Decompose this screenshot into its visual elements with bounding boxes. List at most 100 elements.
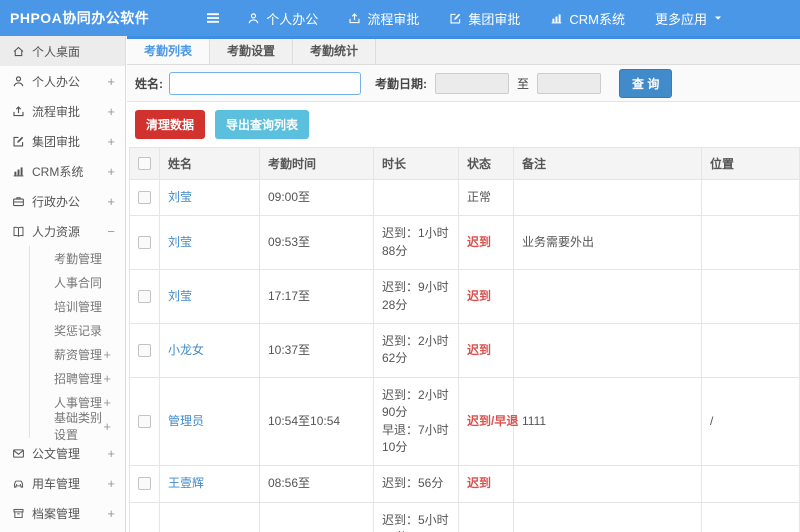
name-cell: 管理员 (159, 376, 260, 467)
to-label: 至 (517, 76, 530, 91)
expander-icon[interactable]: + (107, 476, 115, 491)
edit-icon (12, 135, 25, 148)
attendance-time-cell: 09:00至 (259, 178, 374, 217)
sidebar-subitem-attendance-mgmt[interactable]: 考勤管理 (30, 246, 125, 270)
chart-icon (550, 12, 563, 25)
nav-item-workflow-approval[interactable]: 流程审批 (348, 9, 419, 28)
row-checkbox[interactable] (138, 236, 151, 250)
expander-icon[interactable]: + (103, 347, 111, 362)
duration-line: 迟到：9小时28分 (382, 280, 449, 312)
row-checkbox[interactable] (138, 343, 151, 357)
expander-icon[interactable]: + (103, 419, 111, 434)
nav-item-more-apps[interactable]: 更多应用 (655, 9, 723, 28)
attendance-time-cell: 13:20至13:20 (259, 501, 374, 532)
expander-icon[interactable]: + (103, 371, 111, 386)
employee-name-link[interactable]: 管理员 (168, 414, 204, 428)
actions-bar: 清理数据 导出查询列表 (127, 102, 800, 147)
sidebar-item-hr[interactable]: 人力资源 − (0, 216, 125, 246)
date-from-input[interactable] (435, 72, 509, 94)
expander-icon[interactable]: + (107, 104, 115, 119)
book-icon (12, 225, 25, 238)
status-cell: 迟到 (458, 269, 514, 324)
sidebar-item-project-mgmt[interactable]: 项目管理+ (0, 528, 125, 532)
employee-name-link[interactable]: 刘莹 (168, 190, 192, 204)
tab-attendance-stats[interactable]: 考勤统计 (293, 39, 377, 64)
query-button[interactable]: 查 询 (619, 68, 673, 98)
name-cell: 刘莹 (159, 178, 260, 217)
remark-cell (513, 269, 702, 324)
sidebar-subitem-label: 基础类别设置 (54, 411, 103, 442)
sidebar-item-personal-desktop[interactable]: 个人桌面 (0, 36, 125, 66)
sidebar-item-group-approval[interactable]: 集团审批 + (0, 126, 125, 156)
remark-cell (513, 465, 702, 503)
name-cell: 小龙女 (159, 322, 260, 378)
duration-line: 迟到：2小时62分 (382, 333, 449, 366)
expander-icon[interactable]: + (107, 194, 115, 209)
nav-item-crm-system[interactable]: CRM系统 (550, 9, 625, 28)
tab-attendance-settings[interactable]: 考勤设置 (210, 39, 294, 64)
sidebar-subitem-salary-mgmt[interactable]: 薪资管理 + (30, 342, 125, 366)
sidebar-item-workflow-approval[interactable]: 流程审批 + (0, 96, 125, 126)
select-all-checkbox[interactable] (138, 157, 151, 170)
nav-item-label: 更多应用 (654, 11, 707, 27)
sidebar-item-vehicle-mgmt[interactable]: 用车管理 + (0, 468, 125, 498)
status-cell: 迟到 (458, 465, 514, 503)
expander-icon[interactable]: − (107, 224, 115, 239)
caret-down-icon (713, 13, 723, 23)
location-cell (701, 215, 800, 271)
menu-toggle-icon[interactable] (205, 10, 221, 26)
sidebar-item-crm-system[interactable]: CRM系统 + (0, 156, 125, 186)
name-label: 姓名: (135, 76, 163, 91)
nav-item-personal-office[interactable]: 个人办公 (247, 9, 318, 28)
employee-name-link[interactable]: 刘莹 (168, 235, 192, 249)
archive-icon (12, 507, 25, 520)
app-brand: PHPOA协同办公软件 (10, 10, 150, 26)
status-cell: 正常 (458, 178, 514, 217)
expander-icon[interactable]: + (107, 506, 115, 521)
expander-icon[interactable]: + (107, 446, 115, 461)
remark-cell (513, 178, 702, 217)
sidebar-subitem-base-category-settings[interactable]: 基础类别设置 + (30, 411, 125, 442)
employee-name-link[interactable]: 小龙女 (168, 343, 204, 357)
location-cell (701, 269, 800, 324)
expander-icon[interactable]: + (107, 74, 115, 89)
sidebar-item-admin-office[interactable]: 行政办公 + (0, 186, 125, 216)
duration-line: 迟到：5小时33分 (382, 512, 449, 532)
attendance-time-cell: 17:17至 (259, 269, 374, 324)
location-cell (701, 178, 800, 217)
attendance-time-cell: 08:56至 (259, 465, 374, 503)
table-body: 刘莹 09:00至 正常 刘莹 09:53至 迟到：1小时88分 迟到 业务需要外出 刘莹 17:… (129, 178, 800, 532)
name-input[interactable] (169, 71, 361, 95)
sidebar-item-archive-mgmt[interactable]: 档案管理 + (0, 498, 125, 528)
sidebar-item-personal-office[interactable]: 个人办公 + (0, 66, 125, 96)
share-icon (348, 12, 361, 25)
duration-cell: 迟到：2小时90分 早退：7小时10分 (373, 376, 459, 467)
sidebar: 个人桌面 个人办公 + 流程审批 + 集团审批 + CRM系统 + 行政办公 + 人力资源 − 考勤管理人… (0, 36, 126, 532)
sidebar-item-label: 流程审批 (32, 104, 81, 119)
expander-icon[interactable]: + (103, 395, 111, 410)
nav-item-group-approval[interactable]: 集团审批 (449, 9, 520, 28)
row-checkbox[interactable] (138, 290, 151, 304)
employee-name-link[interactable]: 刘莹 (168, 289, 192, 303)
sidebar-subitem-training-mgmt[interactable]: 培训管理 (30, 294, 125, 318)
row-checkbox[interactable] (138, 415, 151, 429)
sidebar-subitem-label: 考勤管理 (54, 251, 103, 266)
expander-icon[interactable]: + (107, 134, 115, 149)
nav-item-label: 集团审批 (468, 11, 521, 27)
row-checkbox[interactable] (138, 191, 151, 205)
duration-cell: 迟到：5小时33分早退：4小时67分 (373, 501, 459, 532)
expander-icon[interactable]: + (107, 164, 115, 179)
tab-attendance-list[interactable]: 考勤列表 (127, 39, 211, 64)
row-checkbox[interactable] (138, 477, 151, 491)
sidebar-subitem-reward-punish-record[interactable]: 奖惩记录 (30, 318, 125, 342)
clean-data-button[interactable]: 清理数据 (135, 110, 206, 139)
sidebar-subitem-label: 培训管理 (54, 299, 103, 314)
date-to-input[interactable] (537, 72, 602, 94)
sidebar-subitem-hr-contract[interactable]: 人事合同 (30, 270, 125, 294)
sidebar-subitem-recruit-mgmt[interactable]: 招聘管理 + (30, 366, 125, 390)
export-list-button[interactable]: 导出查询列表 (215, 110, 310, 139)
employee-name-link[interactable]: 王壹辉 (168, 476, 204, 490)
car-icon (12, 477, 25, 490)
sidebar-menu: 个人桌面 个人办公 + 流程审批 + 集团审批 + CRM系统 + 行政办公 + 人力资源 − 考勤管理人… (0, 36, 125, 532)
location-cell: / (701, 376, 800, 467)
